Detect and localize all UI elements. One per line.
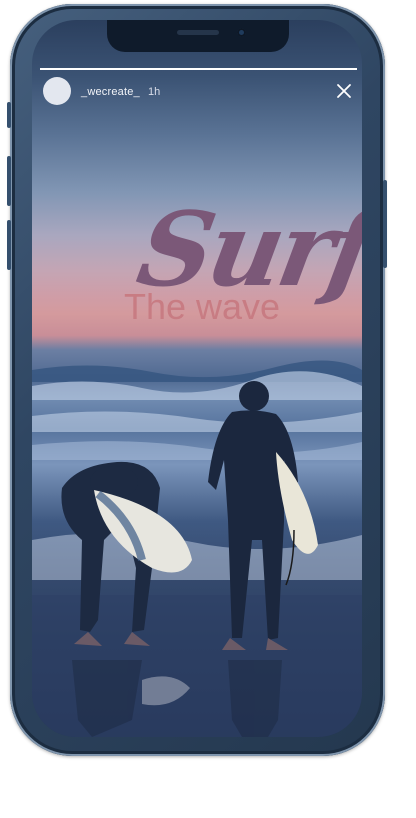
story-username[interactable]: _wecreate_ [81,86,140,98]
speaker-grille [177,30,219,35]
close-icon[interactable] [334,81,354,101]
camera-icon [237,28,246,37]
avatar[interactable] [43,77,71,105]
story-progress-fill [40,68,357,70]
volume-up-button [7,156,11,206]
volume-down-button [7,220,11,270]
story-subtitle: The wave [124,286,281,327]
surfers-photo [32,360,362,737]
phone-notch [107,20,289,52]
power-button [383,180,387,268]
story-timestamp: 1h [148,86,161,98]
story-progress-bar [40,68,357,70]
story-screen[interactable]: Surf The wave [32,20,362,737]
mute-switch [7,102,11,128]
